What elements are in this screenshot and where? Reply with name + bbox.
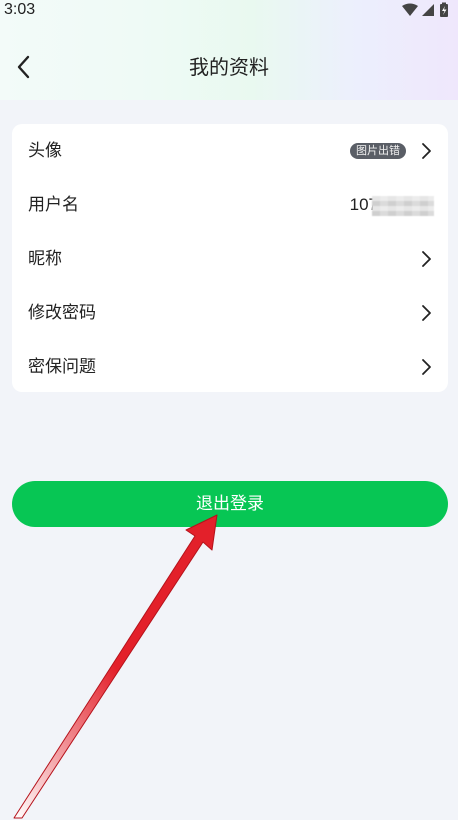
row-avatar[interactable]: 头像 图片出错: [12, 124, 448, 178]
chevron-right-icon: [422, 251, 431, 267]
row-label: 密保问题: [28, 357, 96, 377]
annotation-arrow-icon: [13, 514, 218, 819]
cell-signal-icon: [422, 4, 434, 16]
row-username: 用户名 107: [12, 178, 448, 232]
status-time: 3:03: [4, 1, 36, 18]
row-security-question[interactable]: 密保问题: [12, 340, 448, 394]
logout-button[interactable]: 退出登录: [12, 481, 448, 527]
nav-bar: 我的资料: [0, 44, 458, 90]
row-label: 修改密码: [28, 303, 96, 323]
row-label: 用户名: [28, 195, 79, 215]
status-icons: [400, 2, 452, 18]
chevron-right-icon: [422, 305, 431, 321]
wifi-icon: [402, 3, 418, 16]
page-title: 我的资料: [189, 55, 269, 79]
redacted-mosaic: [372, 196, 434, 216]
row-label: 头像: [28, 141, 62, 161]
chevron-right-icon: [422, 359, 431, 375]
row-label: 昵称: [28, 249, 62, 269]
chevron-right-icon: [422, 143, 431, 159]
avatar: 图片出错: [350, 143, 406, 159]
status-bar: 3:03: [0, 0, 458, 22]
profile-card: 头像 图片出错 用户名 107 昵称 修改密码 密保问题: [12, 124, 448, 392]
signal-icons: [402, 2, 448, 17]
row-change-password[interactable]: 修改密码: [12, 286, 448, 340]
row-nickname[interactable]: 昵称: [12, 232, 448, 286]
